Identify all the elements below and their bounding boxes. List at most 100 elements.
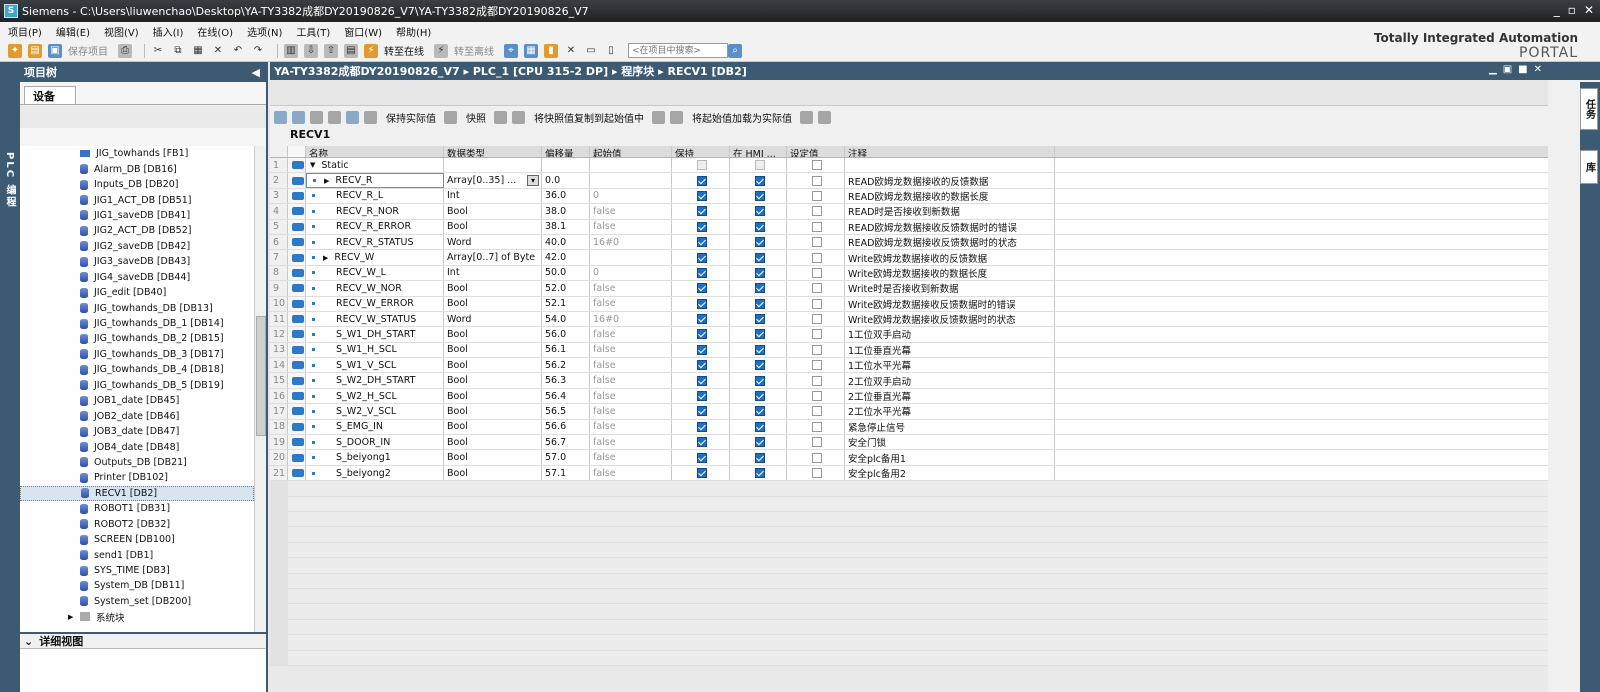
row-name-cell[interactable]: RECV_W_ERROR — [306, 296, 444, 311]
hmi-visible-checkbox[interactable] — [754, 344, 765, 355]
header-setpoint[interactable]: 设定值 — [787, 146, 845, 157]
row-start-value[interactable] — [590, 173, 672, 188]
row-start-value[interactable] — [590, 158, 672, 173]
tree-item[interactable]: JIG1_ACT_DB [DB51] — [20, 192, 254, 207]
hmi-visible-checkbox[interactable] — [754, 360, 765, 371]
row-datatype[interactable]: Bool — [444, 296, 542, 311]
delete-icon[interactable]: ✕ — [211, 44, 225, 58]
undo-icon[interactable]: ↶ — [231, 44, 245, 58]
expand-arrow-icon[interactable]: ▶ — [68, 613, 76, 621]
row-comment[interactable]: 紧急停止信号 — [845, 419, 1055, 435]
accessible-devices-icon[interactable]: ⌖ — [504, 43, 518, 58]
save-icon[interactable]: ▣ — [48, 43, 62, 58]
tree-item[interactable]: ▶ 系统块 — [20, 609, 254, 624]
split-vertical-icon[interactable]: ▯ — [604, 44, 618, 58]
row-comment[interactable]: READ欧姆龙数据接收反馈数据时的状态 — [845, 234, 1055, 250]
retain-checkbox[interactable] — [697, 190, 707, 201]
copy-snapshot-2-icon[interactable] — [670, 110, 683, 124]
tree-item[interactable]: JIG_towhands_DB_1 [DB14] — [20, 316, 254, 331]
download-icon[interactable]: ⇩ — [304, 43, 318, 58]
row-start-value[interactable]: false — [590, 342, 672, 358]
row-name-cell[interactable]: S_W1_DH_START — [306, 327, 444, 342]
table-row[interactable]: 9 RECV_W_NOR Bool 52.0 false Write时是否接收到新数据 — [270, 281, 1548, 297]
tree-item[interactable]: JIG_towhands_DB_5 [DB19] — [20, 378, 254, 393]
tree-item[interactable]: SCREEN [DB100] — [20, 532, 254, 547]
go-online-icon[interactable]: ⚡ — [364, 43, 378, 58]
row-datatype[interactable]: Bool — [444, 435, 542, 450]
table-row[interactable]: 14 S_W1_V_SCL Bool 56.2 false 1工位水平光幕 — [270, 358, 1548, 374]
hmi-visible-checkbox[interactable] — [754, 421, 765, 432]
menu-options[interactable]: 选项(N) — [247, 24, 282, 39]
row-start-value[interactable]: false — [590, 388, 672, 404]
libraries-tab[interactable]: 库 — [1580, 150, 1598, 184]
hmi-visible-checkbox[interactable] — [754, 221, 765, 232]
hmi-visible-checkbox[interactable] — [754, 237, 765, 248]
setpoint-checkbox[interactable] — [812, 437, 822, 448]
hmi-visible-checkbox[interactable] — [754, 252, 765, 263]
row-datatype[interactable]: Bool — [444, 465, 542, 481]
editor-float-icon[interactable]: ▣ — [1503, 64, 1512, 75]
keep-actual-values-button[interactable]: 保持实际值 — [386, 110, 436, 125]
hmi-visible-checkbox[interactable] — [754, 160, 765, 171]
minimize-button[interactable]: _ — [1554, 3, 1560, 17]
snapshot-copy-icon[interactable] — [494, 110, 507, 124]
header-name[interactable]: 名称 — [306, 146, 444, 157]
editor-minimize-icon[interactable]: ▁ — [1489, 64, 1497, 75]
row-start-value[interactable]: false — [590, 327, 672, 342]
row-start-value[interactable] — [590, 250, 672, 265]
row-name-cell[interactable]: RECV_R_STATUS — [306, 234, 444, 250]
hmi-visible-checkbox[interactable] — [754, 406, 765, 417]
hmi-visible-checkbox[interactable] — [754, 452, 765, 463]
scrollbar-thumb[interactable] — [256, 316, 266, 436]
row-start-value[interactable]: false — [590, 450, 672, 465]
setpoint-checkbox[interactable] — [812, 237, 822, 248]
row-start-value[interactable]: false — [590, 204, 672, 219]
row-datatype[interactable] — [444, 158, 542, 173]
paste-icon[interactable]: ▦ — [191, 44, 205, 58]
retain-checkbox[interactable] — [697, 329, 707, 340]
tree-item[interactable]: Alarm_DB [DB16] — [20, 161, 254, 176]
table-row[interactable]: 3 RECV_R_L Int 36.0 0 READ欧姆龙数据接收的数据长度 — [270, 188, 1548, 205]
row-comment[interactable]: 1工位水平光幕 — [845, 358, 1055, 373]
tree-item[interactable]: RECV1 [DB2] — [20, 485, 254, 502]
tree-item[interactable]: System_DB [DB11] — [20, 578, 254, 593]
expand-arrow-icon[interactable]: ▶ — [324, 177, 329, 185]
retain-checkbox[interactable] — [697, 468, 707, 478]
detail-view-header[interactable]: ⌄ 详细视图 — [20, 632, 266, 648]
tree-item[interactable]: JIG2_saveDB [DB42] — [20, 239, 254, 254]
project-search-input[interactable] — [628, 43, 728, 58]
collapse-all-icon[interactable] — [328, 110, 341, 124]
cut-icon[interactable]: ✂ — [151, 44, 165, 58]
header-datatype[interactable]: 数据类型 — [444, 146, 542, 157]
row-name-cell[interactable]: ▶ RECV_R — [306, 173, 444, 188]
row-start-value[interactable]: false — [590, 358, 672, 373]
table-row[interactable]: 4 RECV_R_NOR Bool 38.0 false READ时是否接收到新数据 — [270, 204, 1548, 220]
row-comment[interactable]: 安全门锁 — [845, 435, 1055, 450]
maximize-button[interactable]: ▫ — [1568, 3, 1576, 17]
row-start-value[interactable]: false — [590, 419, 672, 435]
row-start-value[interactable]: false — [590, 281, 672, 296]
close-button[interactable]: ✕ — [1584, 3, 1594, 17]
setpoint-checkbox[interactable] — [812, 344, 822, 355]
row-comment[interactable]: Write时是否接收到新数据 — [845, 281, 1055, 296]
plc-programming-tab[interactable]: PLC 编程 — [2, 152, 17, 209]
row-start-value[interactable]: 0 — [590, 265, 672, 281]
open-project-icon[interactable]: ▤ — [28, 43, 42, 58]
snapshot-load-icon[interactable] — [512, 110, 525, 124]
row-start-value[interactable]: 16#0 — [590, 234, 672, 250]
load-start-icon[interactable] — [800, 110, 813, 124]
row-name-cell[interactable]: ▶ RECV_W — [306, 250, 444, 265]
row-name-cell[interactable]: ▼ Static — [306, 158, 444, 173]
list-view-icon[interactable] — [346, 110, 359, 124]
table-row[interactable]: 20 S_beiyong1 Bool 57.0 false 安全plc备用1 — [270, 450, 1548, 466]
retain-checkbox[interactable] — [697, 298, 707, 309]
row-datatype[interactable]: Bool — [444, 404, 542, 419]
setpoint-checkbox[interactable] — [812, 360, 822, 371]
retain-checkbox[interactable] — [697, 175, 707, 186]
hmi-visible-checkbox[interactable] — [754, 283, 765, 294]
row-comment[interactable]: READ欧姆龙数据接收的反馈数据 — [845, 173, 1055, 188]
table-row[interactable]: 16 S_W2_H_SCL Bool 56.4 false 2工位垂直光幕 — [270, 388, 1548, 405]
tree-item[interactable]: JIG2_ACT_DB [DB52] — [20, 223, 254, 238]
row-name-cell[interactable]: RECV_R_NOR — [306, 204, 444, 219]
retain-checkbox[interactable] — [697, 221, 707, 232]
